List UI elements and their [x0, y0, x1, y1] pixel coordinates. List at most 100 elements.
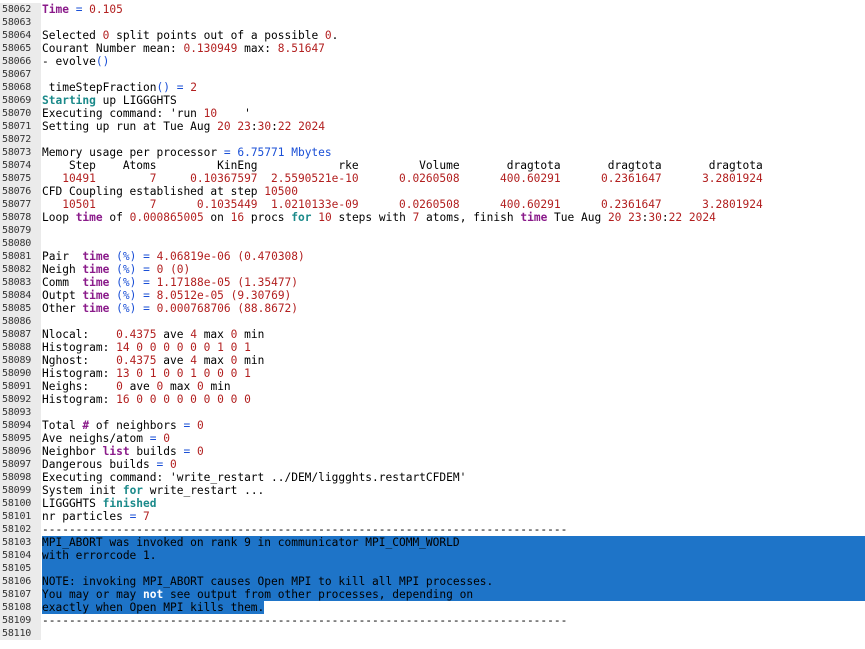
- editor-line[interactable]: 58105: [0, 562, 865, 575]
- line-number: 58102: [0, 523, 41, 536]
- editor-line[interactable]: 58108 exactly when Open MPI kills them.: [0, 601, 865, 614]
- line-number: 58100: [0, 497, 41, 510]
- editor-line[interactable]: 58090 Histogram: 13 0 1 0 0 1 0 0 0 1: [0, 367, 865, 380]
- line-number: 58063: [0, 16, 41, 29]
- token: 14 0 0 0 0 0 0 1 0 1: [116, 341, 251, 354]
- editor-line[interactable]: 58102 -----------------------------------…: [0, 523, 865, 536]
- line-number: 58068: [0, 81, 41, 94]
- editor-line[interactable]: 58071 Setting up run at Tue Aug 20 23:30:…: [0, 120, 865, 133]
- editor-line[interactable]: 58101 nr particles = 7: [0, 510, 865, 523]
- editor-line[interactable]: 58070 Executing command: 'run 10 ': [0, 107, 865, 120]
- editor-line[interactable]: 58075 10491 7 0.10367597 2.5590521e-10 0…: [0, 172, 865, 185]
- editor-line[interactable]: 58080: [0, 237, 865, 250]
- editor-line[interactable]: 58063: [0, 16, 865, 29]
- token: 0: [170, 458, 177, 471]
- editor-line[interactable]: 58065 Courant Number mean: 0.130949 max: …: [0, 42, 865, 55]
- token: Executing command: 'write_restart ../DEM…: [42, 471, 467, 484]
- token: ----------------------------------------…: [42, 523, 568, 536]
- line-number: 58090: [0, 367, 41, 380]
- line-text: Courant Number mean: 0.130949 max: 8.516…: [42, 42, 865, 55]
- editor-line[interactable]: 58082 Neigh time (%) = 0 (0): [0, 263, 865, 276]
- token: 20: [217, 120, 231, 133]
- token: 0: [196, 445, 204, 458]
- editor-line[interactable]: 58110: [0, 627, 865, 640]
- token: ': [217, 107, 251, 120]
- editor-line[interactable]: 58066- evolve(): [0, 55, 865, 68]
- editor-line[interactable]: 58085 Other time (%) = 0.000768706 (88.86…: [0, 302, 865, 315]
- token: time: [82, 250, 110, 263]
- editor-line[interactable]: 58076 CFD Coupling established at step 10…: [0, 185, 865, 198]
- editor-line[interactable]: 58067: [0, 68, 865, 81]
- editor-line[interactable]: 58093: [0, 406, 865, 419]
- token: 0.000865005: [129, 211, 204, 224]
- token: Histogram:: [42, 393, 117, 406]
- editor-line[interactable]: 58095 Ave neighs/atom = 0: [0, 432, 865, 445]
- editor-line[interactable]: 58097 Dangerous builds = 0: [0, 458, 865, 471]
- token: 0.4375: [116, 354, 157, 367]
- line-text: You may or may not see output from other…: [42, 588, 865, 601]
- editor-line[interactable]: 58107 You may or may not see output from …: [0, 588, 865, 601]
- token: atoms, finish: [419, 211, 521, 224]
- token: min: [237, 354, 265, 367]
- token: 23: [628, 211, 642, 224]
- editor-line[interactable]: 58084 Outpt time (%) = 8.0512e-05 (9.3076…: [0, 289, 865, 302]
- token: 10501 7 0.1035449 1.0210133e-09 0.026050…: [42, 198, 763, 211]
- editor-line[interactable]: 58092 Histogram: 16 0 0 0 0 0 0 0 0 0: [0, 393, 865, 406]
- token: 4.06819e-06: [156, 250, 231, 263]
- text-editor[interactable]: 58062 Time = 0.105 58063 58064 Selected 0 sp…: [0, 3, 865, 640]
- token: =: [170, 81, 191, 94]
- token: 13 0 1 0 0 1 0 0 0 1: [116, 367, 251, 380]
- line-number: 58066: [0, 55, 41, 68]
- editor-line[interactable]: 58094 Total # of neighbors = 0: [0, 419, 865, 432]
- editor-line[interactable]: 58074 Step Atoms KinEng rke Volume dragt…: [0, 159, 865, 172]
- editor-line[interactable]: 58091 Neighs: 0 ave 0 max 0 min: [0, 380, 865, 393]
- editor-line[interactable]: 58064 Selected 0 split points out of a po…: [0, 29, 865, 42]
- editor-line[interactable]: 58069 Starting up LIGGGHTS: [0, 94, 865, 107]
- editor-line[interactable]: 58104 with errorcode 1.: [0, 549, 865, 562]
- editor-line[interactable]: 58087 Nlocal: 0.4375 ave 4 max 0 min: [0, 328, 865, 341]
- token: 16 0 0 0 0 0 0 0 0 0: [116, 393, 251, 406]
- editor-line[interactable]: 58099 System init for write_restart ...: [0, 484, 865, 497]
- editor-line[interactable]: 58062 Time = 0.105: [0, 3, 865, 16]
- editor-line[interactable]: 58083 Comm time (%) = 1.17188e-05 (1.3547…: [0, 276, 865, 289]
- editor-line[interactable]: 58106 NOTE: invoking MPI_ABORT causes Ope…: [0, 575, 865, 588]
- editor-line[interactable]: 58072: [0, 133, 865, 146]
- line-number: 58070: [0, 107, 41, 120]
- token: max: [196, 354, 231, 367]
- editor-line[interactable]: 58078 Loop time of 0.000865005 on 16 proc…: [0, 211, 865, 224]
- token: (%): [116, 276, 137, 289]
- token: time: [82, 263, 110, 276]
- line-text: Total # of neighbors = 0: [42, 419, 865, 432]
- editor-line[interactable]: 58088 Histogram: 14 0 0 0 0 0 0 1 0 1: [0, 341, 865, 354]
- editor-line[interactable]: 58100 LIGGGHTS finished: [0, 497, 865, 510]
- editor-line[interactable]: 58077 10501 7 0.1035449 1.0210133e-09 0.…: [0, 198, 865, 211]
- line-number: 58099: [0, 484, 41, 497]
- token: of: [102, 211, 130, 224]
- line-text: nr particles = 7: [42, 510, 865, 523]
- line-number: 58067: [0, 68, 41, 81]
- line-number: 58064: [0, 29, 41, 42]
- editor-line[interactable]: 58081 Pair time (%) = 4.06819e-06 (0.4703…: [0, 250, 865, 263]
- line-number: 58080: [0, 237, 41, 250]
- token: Memory usage per processor: [42, 146, 224, 159]
- line-text: Executing command: 'write_restart ../DEM…: [42, 471, 865, 484]
- line-number: 58078: [0, 211, 41, 224]
- line-number: 58065: [0, 42, 41, 55]
- editor-line[interactable]: 58068 timeStepFraction() = 2: [0, 81, 865, 94]
- line-text: [42, 406, 865, 419]
- editor-line[interactable]: 58079: [0, 224, 865, 237]
- editor-line[interactable]: 58109 -----------------------------------…: [0, 614, 865, 627]
- editor-line[interactable]: 58086: [0, 315, 865, 328]
- token: (0.470308): [237, 250, 305, 263]
- token: time: [75, 211, 103, 224]
- line-text: 10501 7 0.1035449 1.0210133e-09 0.026050…: [42, 198, 865, 211]
- token: 0: [196, 380, 204, 393]
- editor-line[interactable]: 58073 Memory usage per processor = 6.7577…: [0, 146, 865, 159]
- editor-line[interactable]: 58098 Executing command: 'write_restart .…: [0, 471, 865, 484]
- line-text: Outpt time (%) = 8.0512e-05 (9.30769): [42, 289, 865, 302]
- editor-line[interactable]: 58103 MPI_ABORT was invoked on rank 9 in …: [0, 536, 865, 549]
- line-text: System init for write_restart ...: [42, 484, 865, 497]
- editor-line[interactable]: 58096 Neighbor list builds = 0: [0, 445, 865, 458]
- line-text: Executing command: 'run 10 ': [42, 107, 865, 120]
- editor-line[interactable]: 58089 Nghost: 0.4375 ave 4 max 0 min: [0, 354, 865, 367]
